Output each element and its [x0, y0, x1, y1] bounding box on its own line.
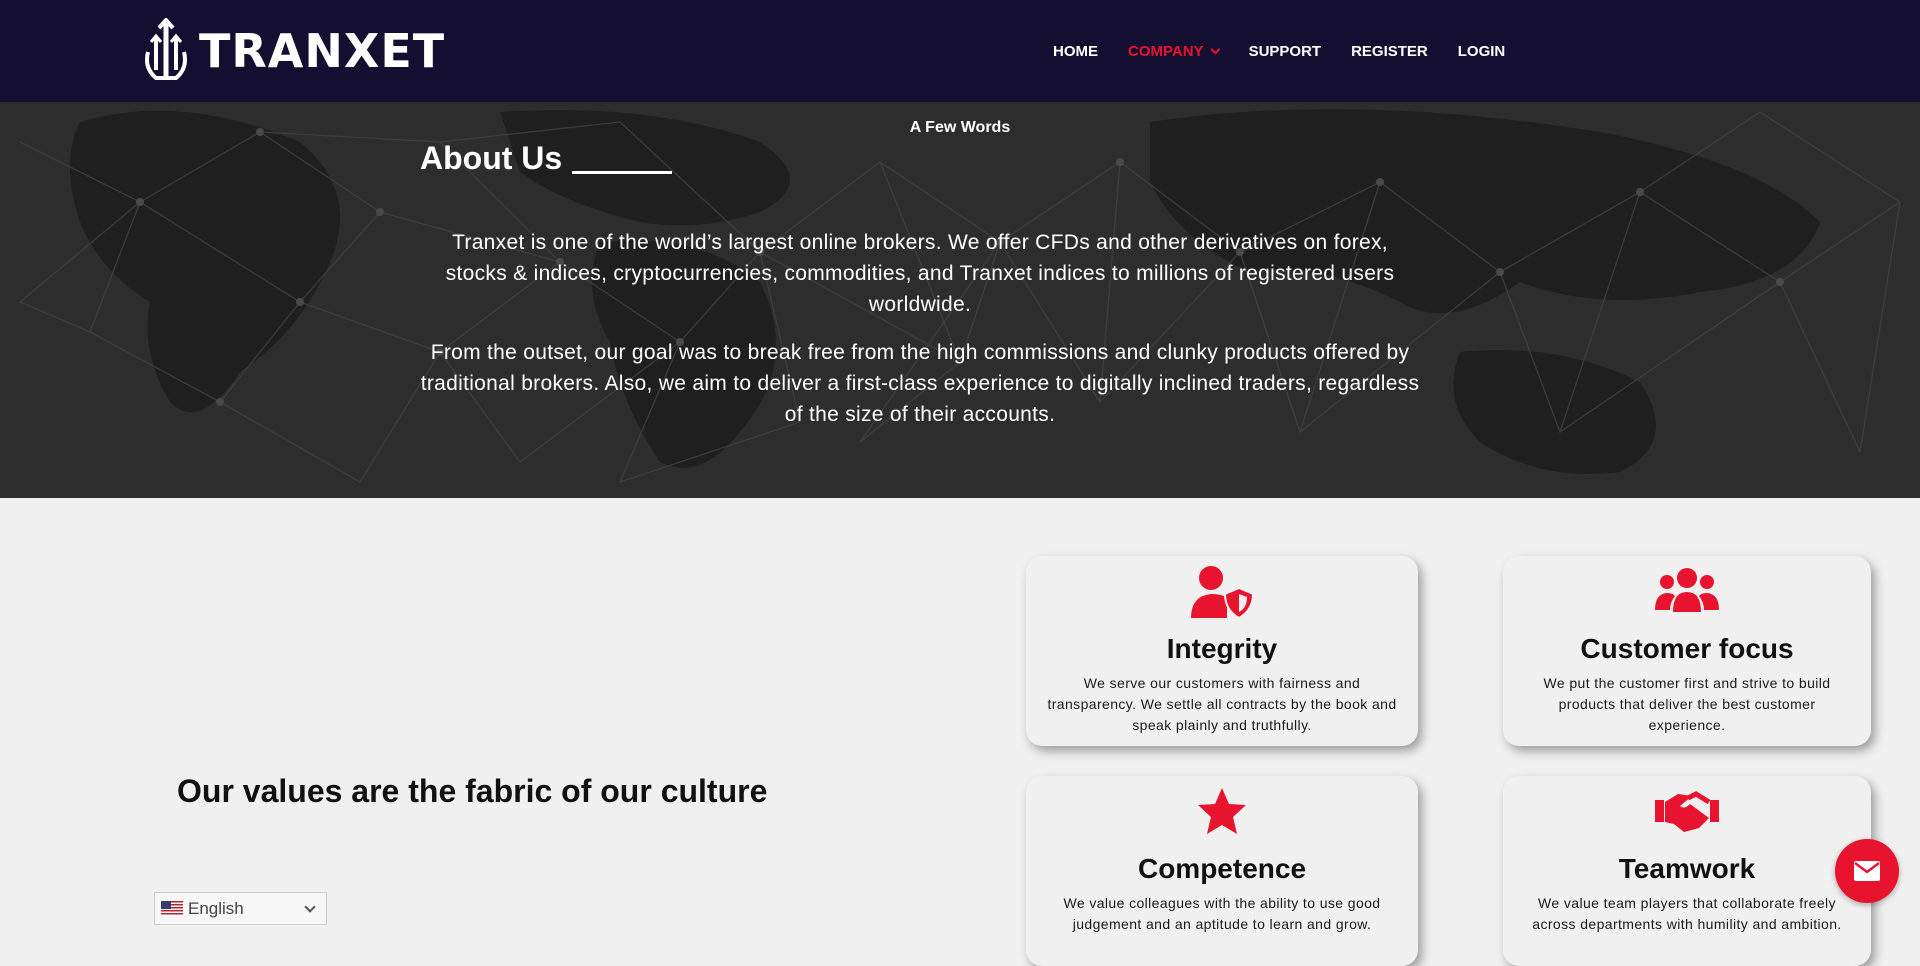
tranxet-logo-icon [145, 18, 187, 80]
us-flag-icon [161, 901, 183, 916]
about-hero: A Few Words About Us Tranxet is one of t… [0, 102, 1920, 498]
value-card-customer-focus: Customer focus We put the customer first… [1503, 556, 1871, 746]
value-card-text: We serve our customers with fairness and… [1047, 675, 1397, 733]
value-card-text: We value team players that collaborate f… [1532, 895, 1842, 932]
handshake-icon [1503, 784, 1871, 840]
section-eyebrow: A Few Words [909, 119, 1011, 136]
brand-name: TRANXET [199, 24, 446, 78]
user-shield-icon [1026, 564, 1418, 620]
star-icon [1026, 784, 1418, 840]
values-section: Our values are the fabric of our culture… [0, 498, 1920, 966]
value-card-teamwork: Teamwork We value team players that coll… [1503, 776, 1871, 966]
value-card-integrity: Integrity We serve our customers with fa… [1026, 556, 1418, 746]
nav-support-label: SUPPORT [1248, 43, 1322, 60]
mail-icon [1854, 861, 1880, 881]
nav-support[interactable]: SUPPORT [1249, 43, 1322, 60]
about-title: About Us [420, 140, 673, 177]
about-paragraph-2: From the outset, our goal was to break f… [420, 341, 1420, 426]
contact-button[interactable] [1835, 839, 1899, 903]
value-card-title: Competence [1137, 853, 1307, 884]
chevron-down-icon [304, 901, 316, 913]
value-card-title: Teamwork [1618, 853, 1756, 884]
about-paragraph-1: Tranxet is one of the world’s largest on… [445, 231, 1395, 316]
top-navbar: TRANXET HOME COMPANY SUPPORT REGISTER LO… [0, 0, 1920, 102]
nav-company-label: COMPANY [1128, 43, 1204, 60]
nav-register[interactable]: REGISTER [1351, 43, 1428, 60]
value-card-text: We put the customer first and strive to … [1543, 675, 1831, 733]
title-underline [572, 171, 673, 174]
language-selector[interactable]: English [154, 892, 327, 925]
users-icon [1503, 564, 1871, 620]
nav-home-label: HOME [1053, 43, 1098, 60]
chevron-down-icon [1210, 44, 1221, 54]
nav-login-label: LOGIN [1457, 43, 1506, 60]
values-title: Our values are the fabric of our culture [177, 773, 768, 809]
main-menu: HOME COMPANY SUPPORT REGISTER LOGIN [1053, 43, 1535, 60]
brand-logo[interactable]: TRANXET [142, 18, 445, 84]
nav-login[interactable]: LOGIN [1458, 43, 1506, 60]
nav-home[interactable]: HOME [1053, 43, 1098, 60]
about-title-text: About Us [420, 140, 563, 176]
nav-company[interactable]: COMPANY [1128, 43, 1221, 60]
value-card-competence: Competence We value colleagues with the … [1026, 776, 1418, 966]
language-selected: English [188, 898, 244, 918]
value-card-title: Customer focus [1580, 633, 1794, 664]
value-card-title: Integrity [1166, 633, 1278, 664]
nav-register-label: REGISTER [1351, 43, 1428, 60]
value-card-text: We value colleagues with the ability to … [1063, 895, 1381, 932]
